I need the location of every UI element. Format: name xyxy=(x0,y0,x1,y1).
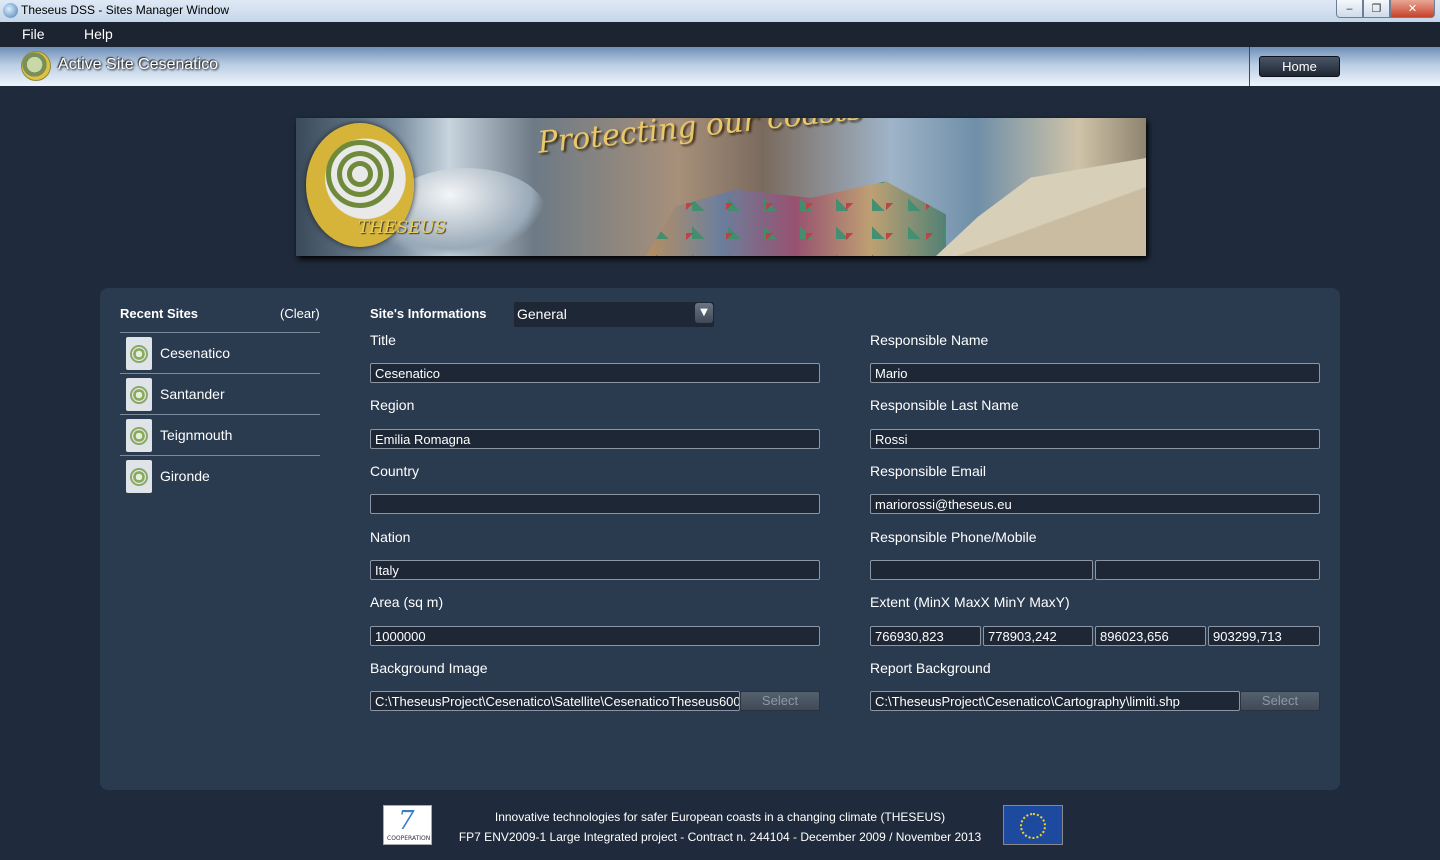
recent-site-item[interactable]: Teignmouth xyxy=(120,414,320,455)
recent-site-label: Teignmouth xyxy=(160,427,233,443)
responsible-phone-label: Responsible Phone/Mobile xyxy=(870,529,1037,545)
area-label: Area (sq m) xyxy=(370,594,444,610)
title-label: Title xyxy=(370,332,396,348)
eu-stars xyxy=(1020,813,1046,839)
site-file-icon xyxy=(126,337,152,370)
recent-sites-title: Recent Sites xyxy=(120,306,199,321)
background-image-label: Background Image xyxy=(370,660,488,676)
footer: 7 COOPERATION Innovative technologies fo… xyxy=(0,800,1440,860)
chevron-down-icon[interactable]: ▼ xyxy=(695,303,713,323)
footer-line-1: Innovative technologies for safer Europe… xyxy=(494,810,946,824)
header-bar: Active Site Cesenatico Home xyxy=(0,47,1440,86)
responsible-mobile-field[interactable] xyxy=(1095,560,1320,580)
home-button[interactable]: Home xyxy=(1259,56,1340,77)
extent-minx-field[interactable]: 766930,823 xyxy=(870,626,981,646)
app-icon xyxy=(3,3,18,18)
minimize-button[interactable]: ‒ xyxy=(1336,0,1363,18)
country-label: Country xyxy=(370,463,420,479)
footer-line-2: FP7 ENV2009-1 Large Integrated project -… xyxy=(458,830,982,844)
responsible-name-label: Responsible Name xyxy=(870,332,989,348)
fp7-logo-caption: COOPERATION xyxy=(387,835,431,842)
menu-file[interactable]: File xyxy=(22,26,45,42)
banner-slogan: Protecting our coasts xyxy=(536,118,864,161)
recent-sites-list: Cesenatico Santander Teignmouth Gironde xyxy=(120,332,320,496)
clear-recent-button[interactable]: (Clear) xyxy=(280,306,320,321)
extent-label: Extent (MinX MaxX MinY MaxY) xyxy=(870,594,1070,610)
banner-cliff xyxy=(936,158,1146,256)
banner-breakwater-blocks xyxy=(646,181,946,256)
fp7-logo-mark: 7 xyxy=(398,806,415,836)
region-label: Region xyxy=(370,397,415,413)
labyrinth-icon xyxy=(326,140,394,208)
window-title-bar[interactable]: Theseus DSS - Sites Manager Window ‒ ❐ ✕ xyxy=(0,0,1440,22)
report-background-label: Report Background xyxy=(870,660,991,676)
nation-field[interactable]: Italy xyxy=(370,560,820,580)
recent-site-item[interactable]: Cesenatico xyxy=(120,332,320,373)
site-file-icon xyxy=(126,378,152,411)
region-field[interactable]: Emilia Romagna xyxy=(370,429,820,449)
responsible-email-field[interactable]: mariorossi@theseus.eu xyxy=(870,494,1320,514)
banner-brand: THESEUS xyxy=(358,218,447,238)
menu-help[interactable]: Help xyxy=(84,26,113,42)
recent-site-item[interactable]: Santander xyxy=(120,373,320,414)
site-info-title: Site's Informations xyxy=(370,306,487,321)
responsible-name-field[interactable]: Mario xyxy=(870,363,1320,383)
window-controls: ‒ ❐ ✕ xyxy=(1336,0,1435,18)
country-field[interactable] xyxy=(370,494,820,514)
responsible-email-label: Responsible Email xyxy=(870,463,986,479)
site-file-icon xyxy=(126,419,152,452)
recent-site-label: Gironde xyxy=(160,468,210,484)
recent-site-label: Cesenatico xyxy=(160,345,231,361)
report-background-select-button[interactable]: Select xyxy=(1240,691,1320,711)
recent-site-item[interactable]: Gironde xyxy=(120,455,320,496)
window-title: Theseus DSS - Sites Manager Window xyxy=(21,3,230,17)
eu-flag-icon xyxy=(1003,805,1063,845)
responsible-last-name-label: Responsible Last Name xyxy=(870,397,1019,413)
nation-label: Nation xyxy=(370,529,411,545)
responsible-last-name-field[interactable]: Rossi xyxy=(870,429,1320,449)
responsible-phone-field[interactable] xyxy=(870,560,1093,580)
recent-site-label: Santander xyxy=(160,386,225,402)
theseus-banner: THESEUS Protecting our coasts xyxy=(296,118,1146,256)
background-image-select-button[interactable]: Select xyxy=(740,691,820,711)
background-image-field[interactable]: C:\TheseusProject\Cesenatico\Satellite\C… xyxy=(370,691,740,711)
extent-maxx-field[interactable]: 778903,242 xyxy=(983,626,1093,646)
area-field[interactable]: 1000000 xyxy=(370,626,820,646)
info-category-value: General xyxy=(517,306,567,322)
site-file-icon xyxy=(126,460,152,493)
menu-bar: File Help xyxy=(0,22,1440,47)
theseus-logo-icon xyxy=(21,51,51,81)
close-button[interactable]: ✕ xyxy=(1390,0,1435,18)
info-category-select[interactable]: General ▼ xyxy=(514,302,714,327)
title-field[interactable]: Cesenatico xyxy=(370,363,820,383)
extent-maxy-field[interactable]: 903299,713 xyxy=(1208,626,1320,646)
extent-miny-field[interactable]: 896023,656 xyxy=(1095,626,1206,646)
active-site-title: Active Site Cesenatico xyxy=(58,56,219,73)
maximize-button[interactable]: ❐ xyxy=(1363,0,1390,18)
sites-panel: Recent Sites (Clear) Cesenatico Santande… xyxy=(100,288,1340,790)
header-divider xyxy=(1249,47,1250,86)
report-background-field[interactable]: C:\TheseusProject\Cesenatico\Cartography… xyxy=(870,691,1240,711)
fp7-logo: 7 COOPERATION xyxy=(383,805,432,845)
